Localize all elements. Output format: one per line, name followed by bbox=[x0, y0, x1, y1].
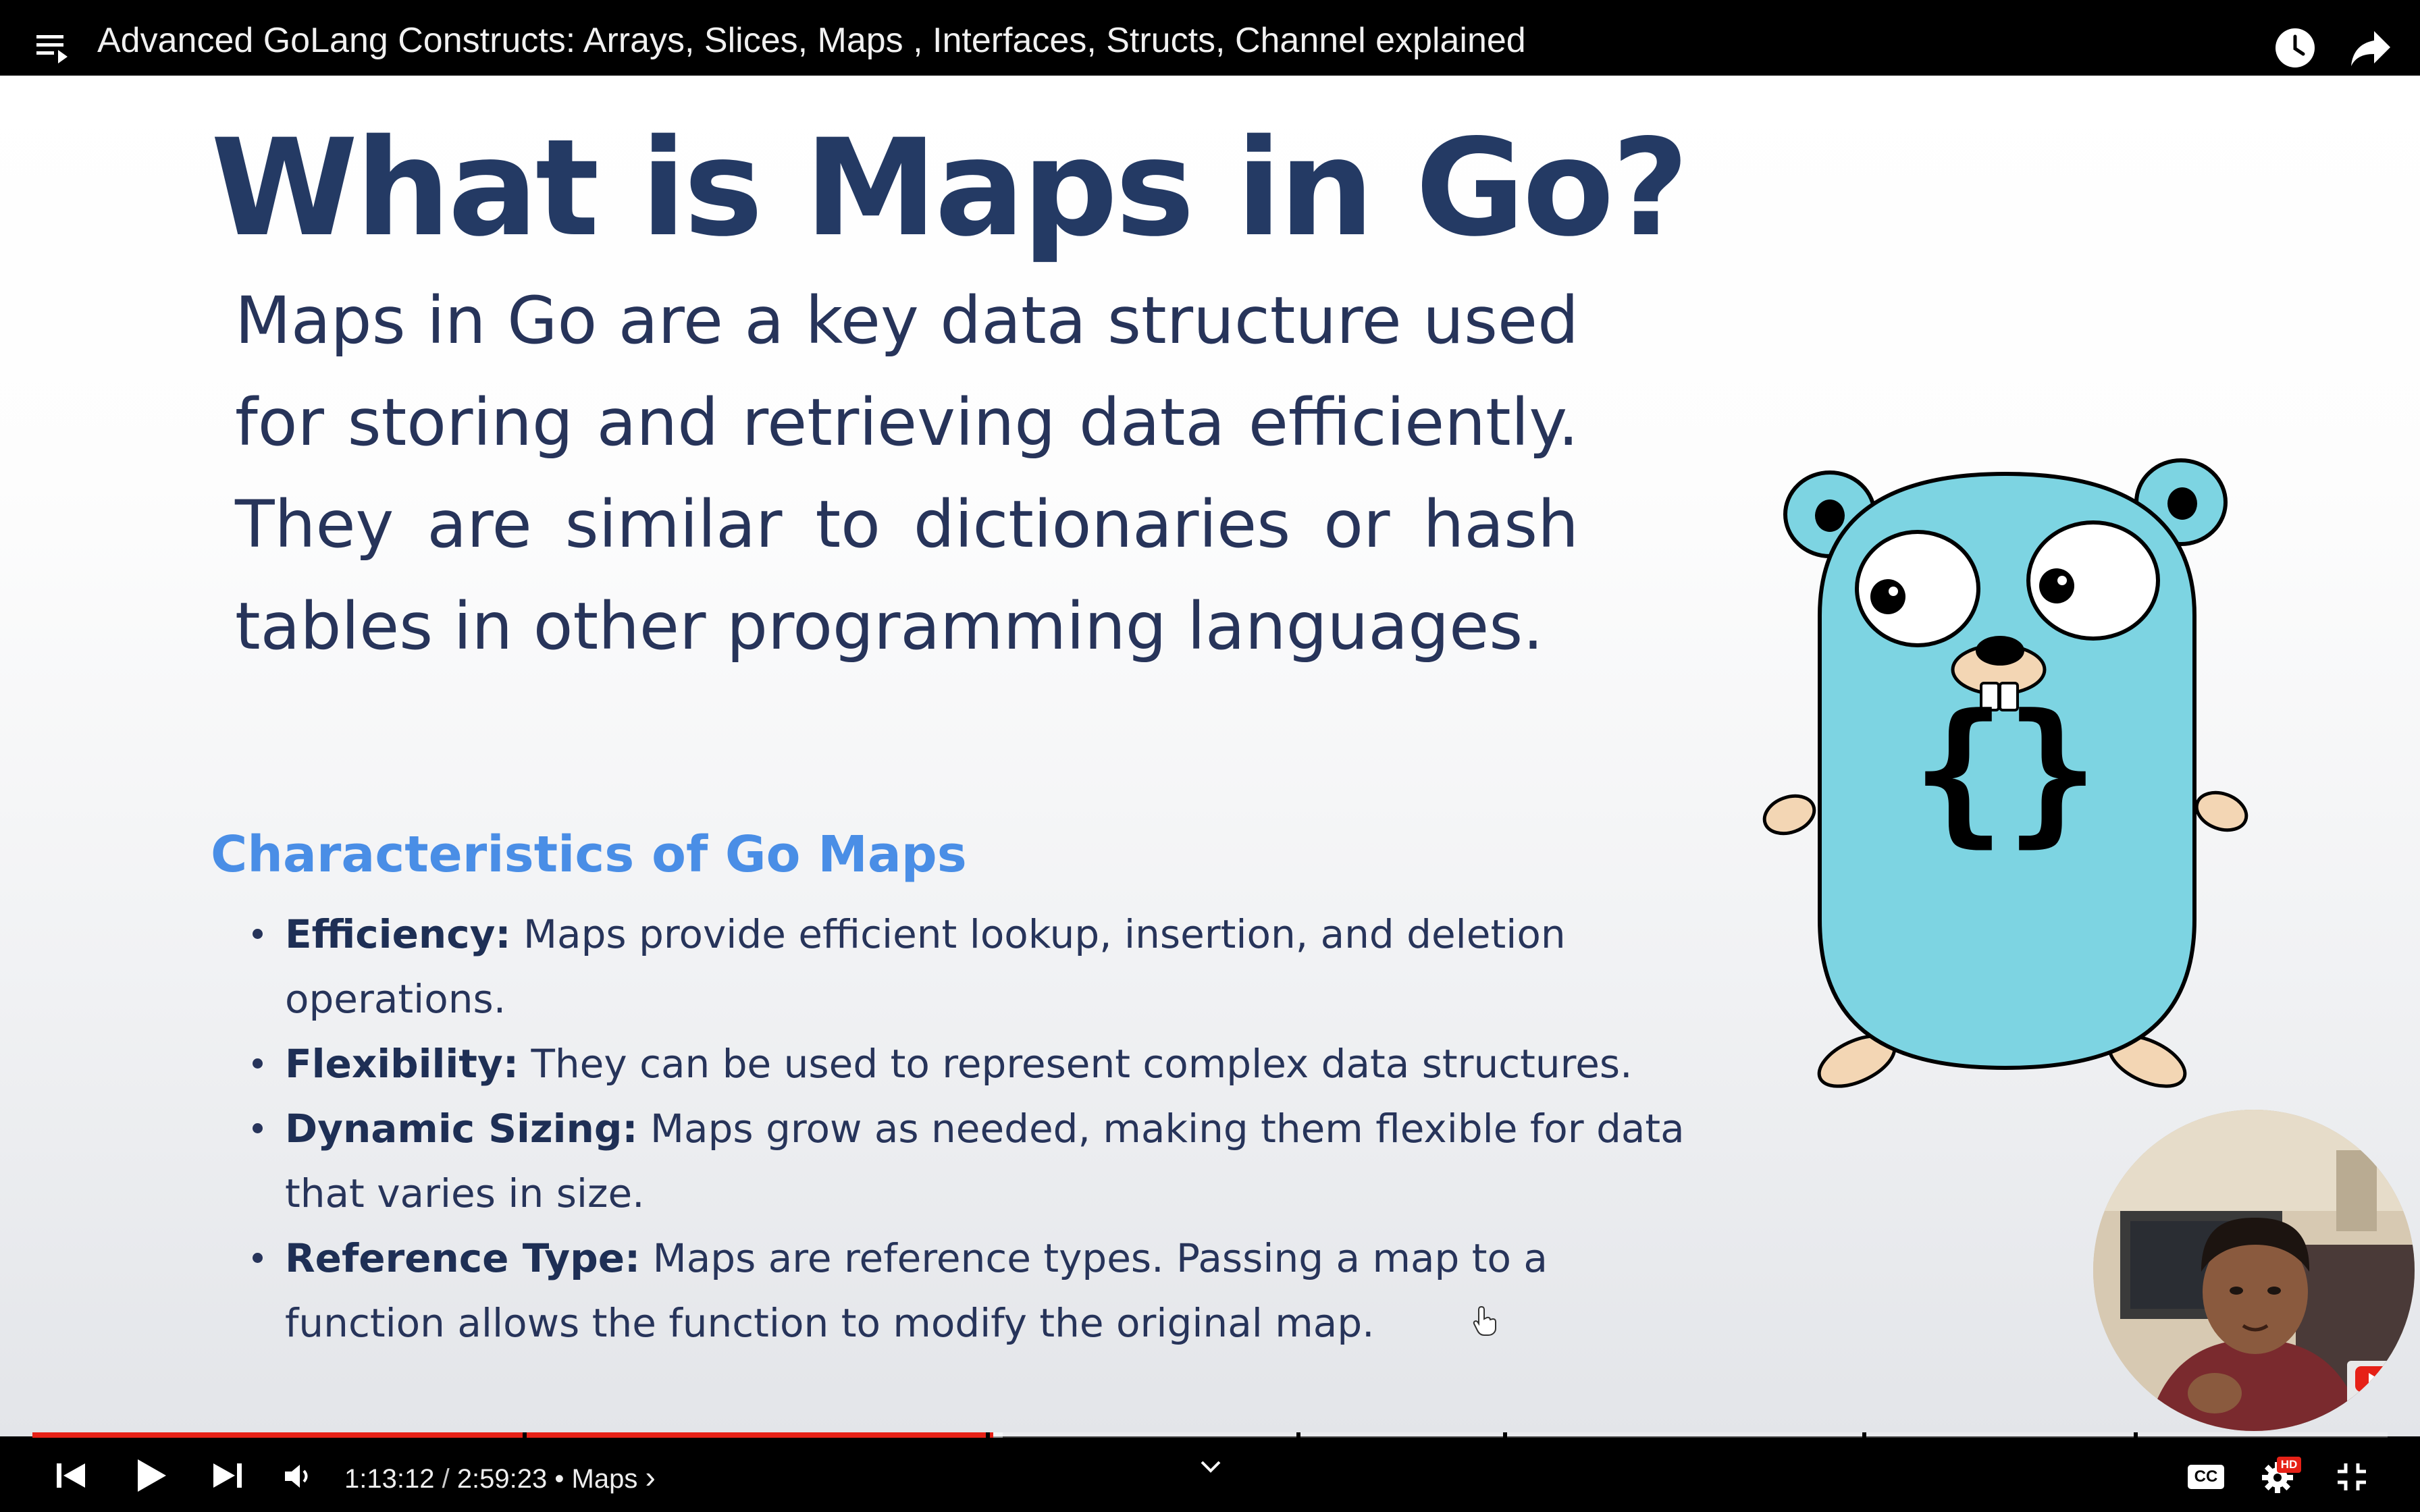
chapter-marker bbox=[523, 1432, 527, 1438]
previous-icon[interactable] bbox=[55, 1462, 86, 1489]
chapter-marker bbox=[1503, 1432, 1507, 1438]
next-icon[interactable] bbox=[212, 1462, 243, 1489]
list-item-term: Efficiency: bbox=[285, 911, 511, 957]
play-icon[interactable] bbox=[135, 1458, 167, 1493]
subscribe-label: SUBSCRIBE bbox=[2352, 1396, 2393, 1403]
list-item-text: They can be used to represent complex da… bbox=[519, 1041, 1633, 1087]
progress-bar[interactable] bbox=[32, 1432, 2388, 1438]
characteristics-heading: Characteristics of Go Maps bbox=[211, 826, 967, 884]
hd-badge: HD bbox=[2277, 1457, 2301, 1473]
list-item-term: Flexibility: bbox=[285, 1041, 519, 1087]
webcam-overlay: SUBSCRIBE bbox=[2093, 1110, 2415, 1431]
video-title-bar: Advanced GoLang Constructs: Arrays, Slic… bbox=[0, 0, 2420, 76]
gopher-braces-symbol: {} bbox=[1912, 682, 2099, 862]
exit-fullscreen-icon[interactable] bbox=[2336, 1462, 2367, 1492]
chapter-prefix: • bbox=[547, 1464, 572, 1494]
youtube-logo-icon bbox=[2355, 1366, 2390, 1392]
list-item: Flexibility: They can be used to represe… bbox=[253, 1031, 1716, 1096]
chapter-marker bbox=[2134, 1432, 2138, 1438]
time-display: 1:13:12 / 2:59:23 • Maps › bbox=[344, 1461, 656, 1495]
list-item-term: Dynamic Sizing: bbox=[285, 1106, 638, 1152]
hand-cursor-icon bbox=[1473, 1305, 1496, 1336]
chapter-marker bbox=[1296, 1432, 1300, 1438]
volume-icon[interactable] bbox=[284, 1463, 313, 1489]
go-gopher-illustration: {} bbox=[1762, 458, 2248, 1088]
intro-paragraph: Maps in Go are a key data structure used… bbox=[235, 283, 1579, 664]
list-item: Efficiency: Maps provide efficient looku… bbox=[253, 902, 1716, 1031]
captions-icon[interactable]: CC bbox=[2188, 1465, 2224, 1489]
chapter-marker bbox=[986, 1432, 990, 1438]
chapter-title[interactable]: Maps bbox=[572, 1464, 638, 1494]
current-time: 1:13:12 bbox=[344, 1464, 435, 1494]
chevron-down-icon[interactable] bbox=[1199, 1459, 1222, 1474]
list-item: Dynamic Sizing: Maps grow as needed, mak… bbox=[253, 1096, 1716, 1226]
list-item: Reference Type: Maps are reference types… bbox=[253, 1226, 1716, 1355]
characteristics-list: Efficiency: Maps provide efficient looku… bbox=[253, 902, 1716, 1355]
share-arrow-icon[interactable] bbox=[2348, 28, 2393, 68]
playlist-menu-icon[interactable] bbox=[34, 32, 74, 66]
subscribe-badge[interactable]: SUBSCRIBE bbox=[2347, 1361, 2398, 1412]
video-title[interactable]: Advanced GoLang Constructs: Arrays, Slic… bbox=[97, 20, 1526, 61]
time-separator: / bbox=[434, 1464, 457, 1494]
chapter-chevron-icon[interactable]: › bbox=[645, 1459, 655, 1494]
progress-played bbox=[32, 1432, 994, 1438]
list-item-term: Reference Type: bbox=[285, 1235, 641, 1281]
slide-title: What is Maps in Go? bbox=[211, 110, 1689, 266]
duration: 2:59:23 bbox=[456, 1464, 548, 1494]
presentation-slide: What is Maps in Go? Maps in Go are a key… bbox=[0, 76, 2420, 1436]
player-controls: 1:13:12 / 2:59:23 • Maps › CC HD bbox=[0, 1438, 2420, 1512]
chapter-marker bbox=[1862, 1432, 1866, 1438]
watch-later-clock-icon[interactable] bbox=[2274, 27, 2316, 69]
